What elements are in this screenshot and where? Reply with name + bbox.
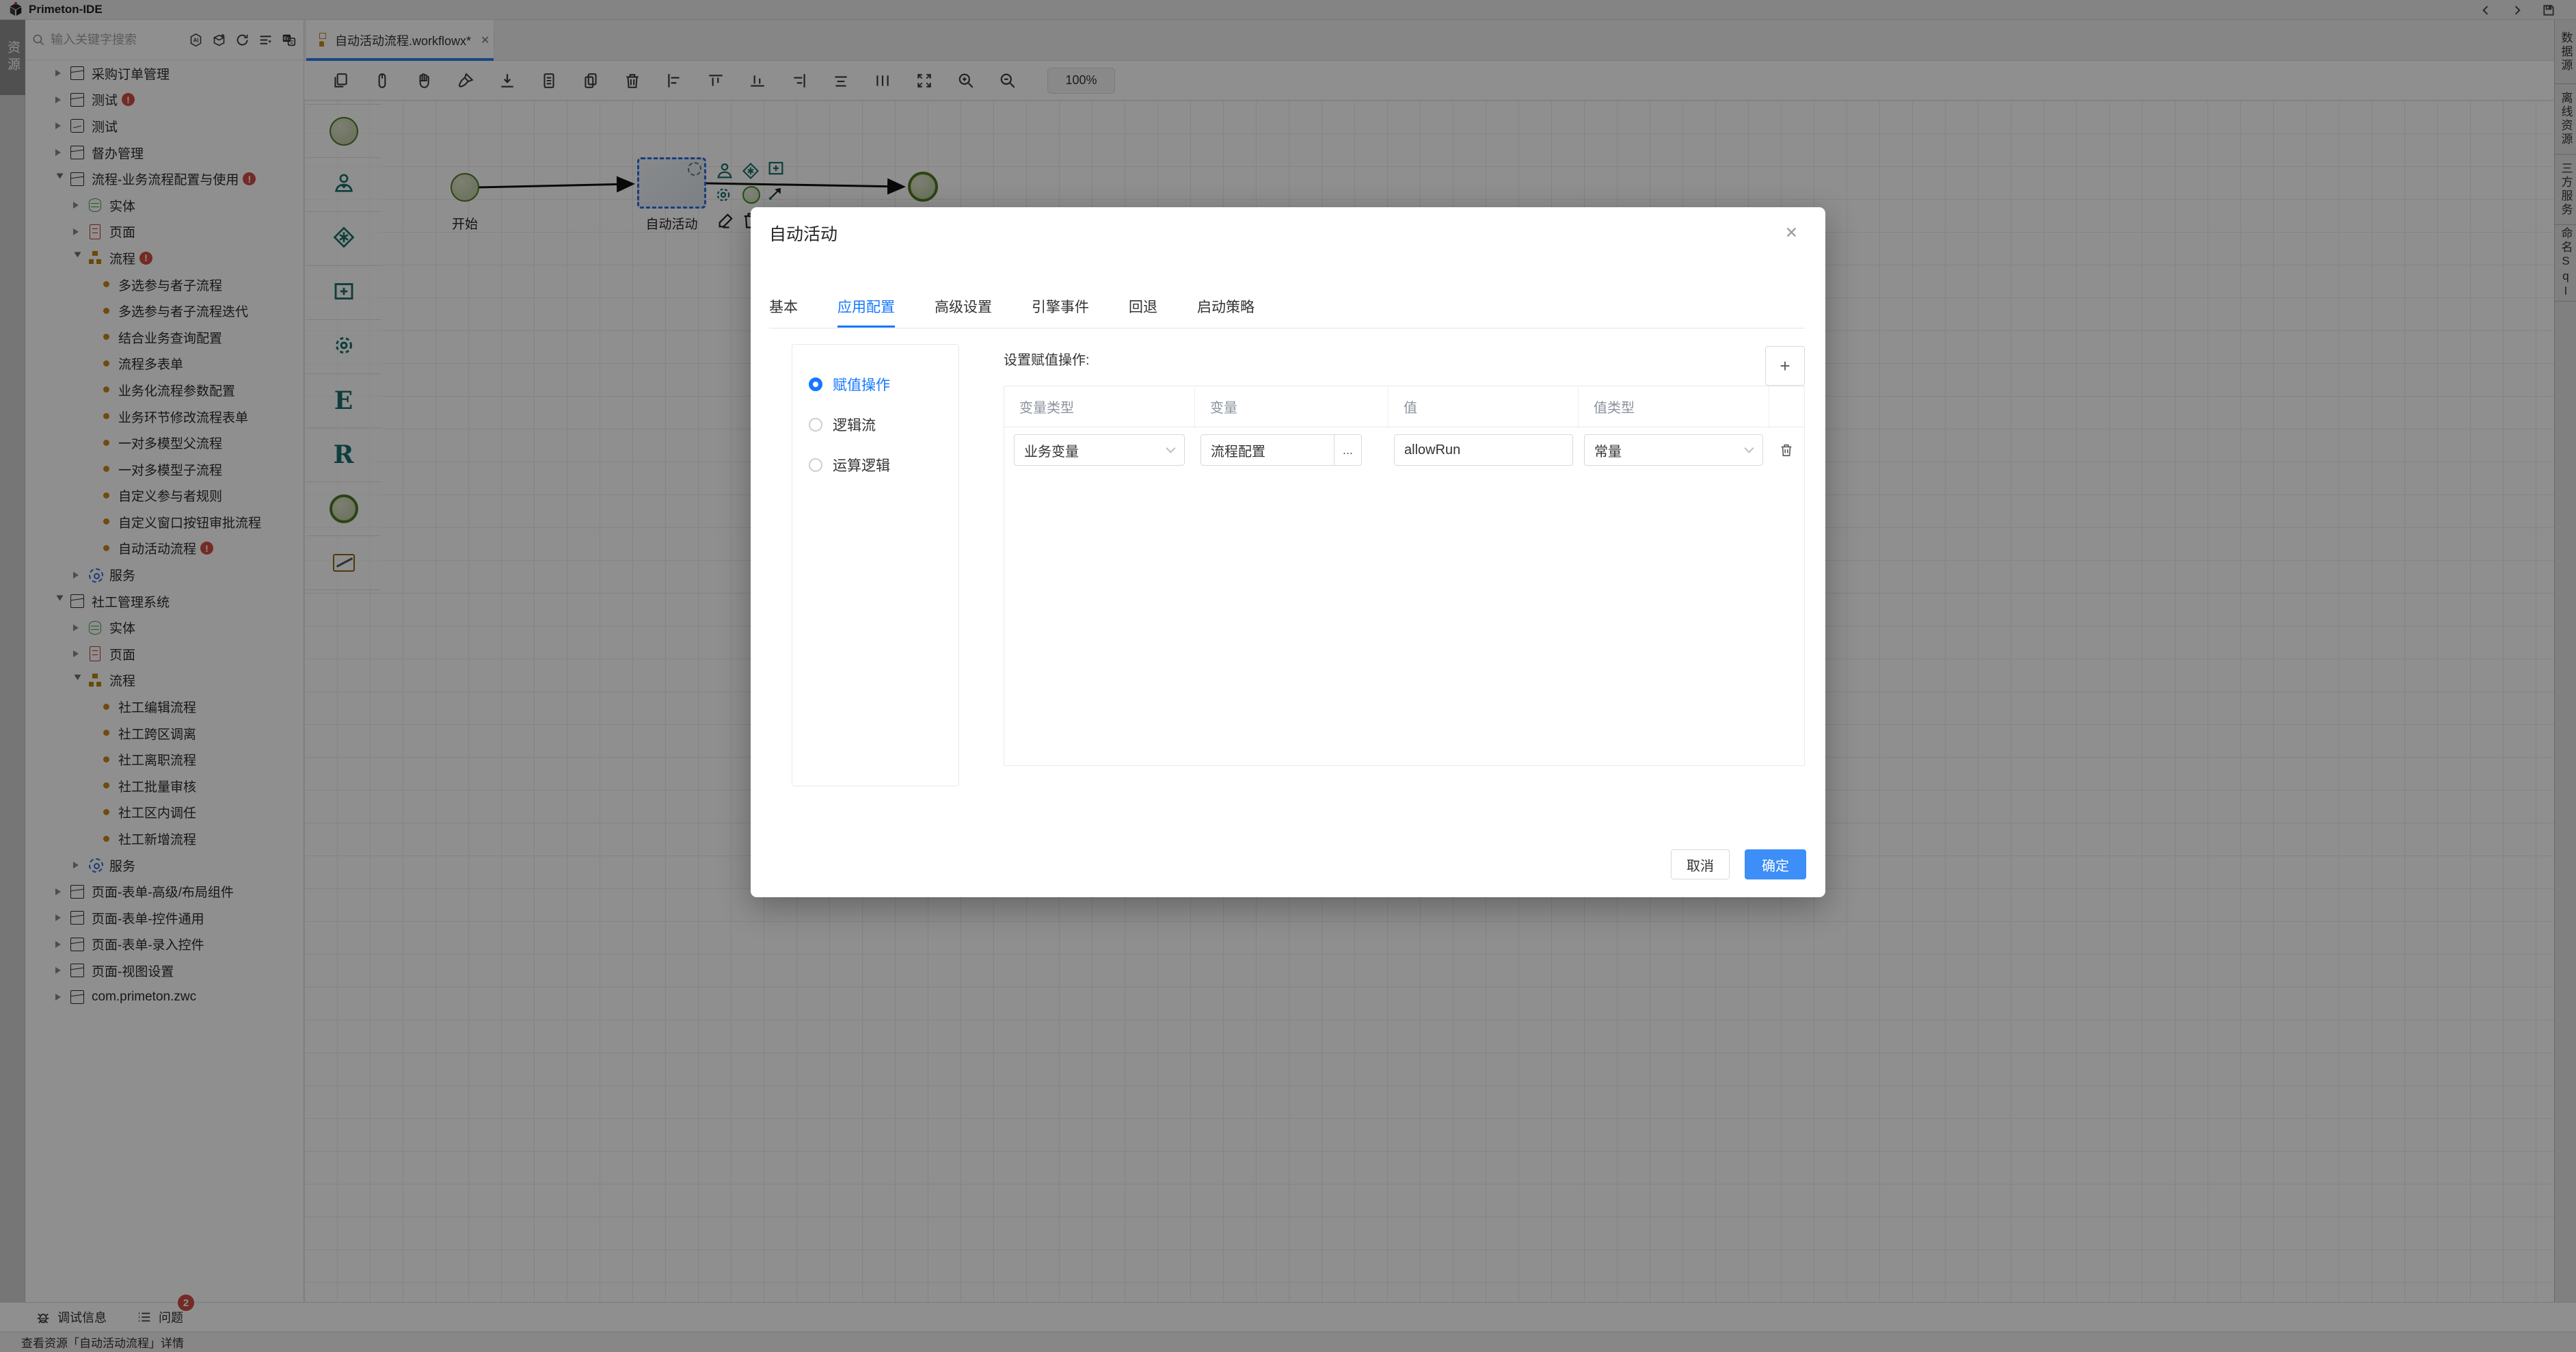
radio-option-label: 赋值操作 (833, 374, 890, 395)
radio-icon (809, 377, 822, 391)
add-row-button[interactable]: + (1765, 346, 1805, 386)
dialog-tab[interactable]: 应用配置 (837, 296, 895, 328)
close-icon[interactable]: ✕ (1785, 224, 1798, 242)
value-type-value: 常量 (1594, 440, 1622, 460)
auto-activity-dialog: 自动活动 ✕ 基本 应用配置 高级设置 引擎事件 回退 启动策略 赋值 (751, 207, 1825, 897)
column-header-value-type: 值类型 (1579, 386, 1769, 427)
dialog-tabs: 基本 应用配置 高级设置 引擎事件 回退 启动策略 (769, 296, 1255, 328)
dialog-footer: 取消 确定 (1671, 849, 1806, 879)
column-header-value: 值 (1388, 386, 1579, 427)
dialog-tab[interactable]: 高级设置 (935, 296, 992, 328)
table-header-row: 变量类型 变量 值 值类型 (1004, 386, 1804, 427)
assignments-table: 变量类型 变量 值 值类型 业务变量 ... (1004, 386, 1805, 766)
table-row: 业务变量 ... 常量 (1004, 427, 1804, 473)
variable-type-value: 业务变量 (1024, 440, 1079, 460)
variable-input[interactable] (1200, 434, 1334, 466)
delete-row-icon[interactable] (1779, 442, 1794, 458)
radio-icon (809, 418, 822, 432)
radio-option-label: 逻辑流 (833, 414, 876, 435)
radio-option-label: 运算逻辑 (833, 455, 890, 475)
operation-type-panel: 赋值操作 逻辑流 运算逻辑 (792, 344, 959, 786)
column-header-variable: 变量 (1195, 386, 1388, 427)
dialog-title: 自动活动 (769, 221, 837, 246)
operation-radio-option[interactable]: 运算逻辑 (809, 448, 958, 482)
chevron-down-icon (1166, 444, 1175, 453)
tabs-divider (769, 328, 1805, 329)
variable-type-select[interactable]: 业务变量 (1014, 434, 1185, 466)
dialog-tab[interactable]: 回退 (1129, 296, 1157, 328)
dialog-tab[interactable]: 基本 (769, 296, 798, 328)
operation-radio-option[interactable]: 赋值操作 (809, 367, 958, 401)
column-header-variable-type: 变量类型 (1004, 386, 1195, 427)
cancel-button[interactable]: 取消 (1671, 849, 1730, 879)
variable-picker-button[interactable]: ... (1334, 434, 1362, 466)
assign-operations-label: 设置赋值操作: (1004, 349, 1090, 369)
chevron-down-icon (1744, 444, 1754, 453)
column-header-actions (1769, 386, 1804, 427)
ok-button[interactable]: 确定 (1745, 849, 1806, 879)
operation-radio-option[interactable]: 逻辑流 (809, 408, 958, 442)
value-input[interactable] (1394, 434, 1573, 466)
dialog-tab[interactable]: 启动策略 (1197, 296, 1255, 328)
value-type-select[interactable]: 常量 (1584, 434, 1763, 466)
dialog-tab[interactable]: 引擎事件 (1032, 296, 1089, 328)
primeton-ide-window: Primeton-IDE 资源 AI En文 (0, 0, 2576, 1352)
radio-icon (809, 458, 822, 472)
